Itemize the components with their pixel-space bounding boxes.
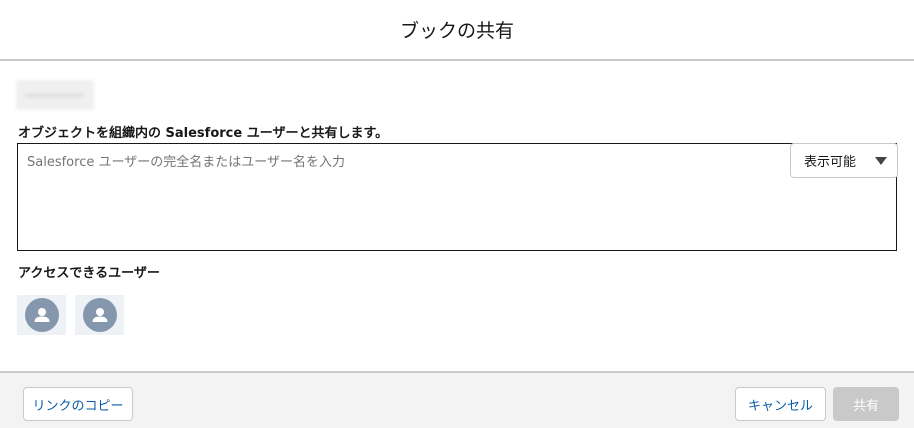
blurred-object-name — [16, 80, 94, 110]
modal-title: ブックの共有 — [399, 20, 514, 42]
permission-select[interactable]: 表示可能 — [790, 143, 898, 178]
avatar[interactable] — [75, 295, 124, 335]
modal-footer: リンクのコピー キャンセル 共有 — [0, 371, 914, 428]
user-icon — [82, 298, 117, 332]
modal-header: ブックの共有 — [0, 0, 914, 61]
cancel-button[interactable]: キャンセル — [735, 387, 826, 421]
users-with-access-label: アクセスできるユーザー — [18, 266, 160, 281]
user-search-input[interactable] — [27, 152, 767, 172]
share-button[interactable]: 共有 — [833, 387, 899, 421]
share-instructions-label: オブジェクトを組織内の Salesforce ユーザーと共有します。 — [18, 126, 389, 141]
user-icon — [24, 298, 59, 332]
copy-link-button[interactable]: リンクのコピー — [23, 387, 133, 421]
user-search-box[interactable]: 表示可能 — [17, 143, 898, 251]
permission-select-value: 表示可能 — [804, 155, 857, 170]
users-with-access-list — [17, 295, 124, 335]
avatar[interactable] — [17, 295, 66, 335]
caret-down-icon — [875, 157, 887, 165]
share-book-modal: ブックの共有 オブジェクトを組織内の Salesforce ユーザーと共有します… — [0, 0, 914, 428]
